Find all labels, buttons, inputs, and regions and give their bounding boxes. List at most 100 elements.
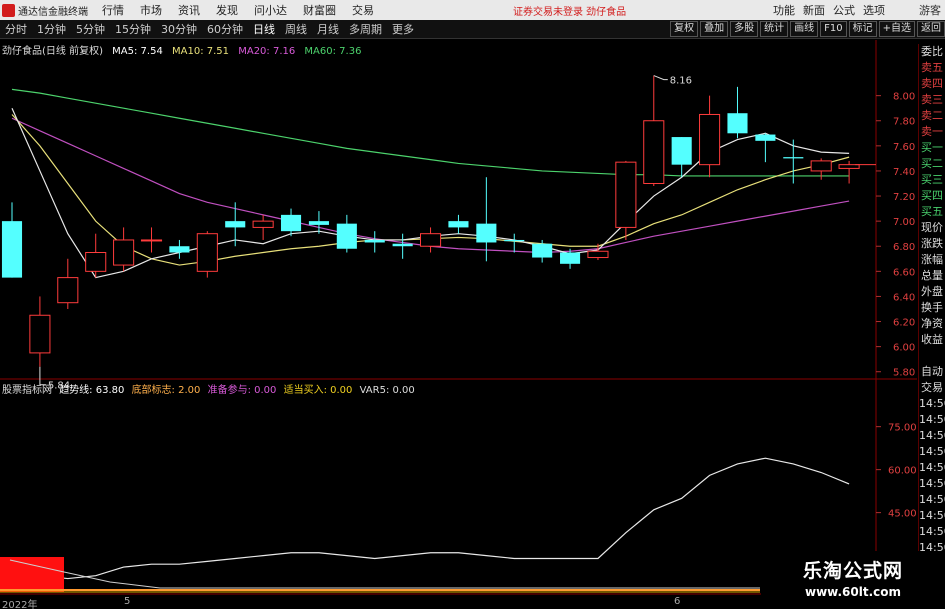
candle-body xyxy=(615,161,637,228)
candle-body xyxy=(560,252,581,264)
side-item: 14:50 xyxy=(919,493,945,506)
side-item: 总量 xyxy=(921,269,943,282)
side-item: 14:50 xyxy=(919,397,945,410)
price-tick-label: 8.00 xyxy=(893,92,915,103)
side-item: 14:50 xyxy=(919,445,945,458)
price-tick-label: 7.60 xyxy=(893,142,915,153)
candle-body xyxy=(532,243,553,258)
side-item: 14:50 xyxy=(919,509,945,522)
candle-body xyxy=(643,120,665,184)
price-tick-label: 5.80 xyxy=(893,368,915,379)
candle-body xyxy=(810,160,832,172)
side-item: 买二 xyxy=(921,157,943,170)
candle-body xyxy=(196,233,218,272)
candle-body xyxy=(476,223,497,243)
side-item: 14:50 xyxy=(919,413,945,426)
candle-body xyxy=(169,246,190,253)
side-item: 14:50 xyxy=(919,477,945,490)
trend-label: 趋势线: 63.80 xyxy=(59,385,125,396)
side-item: 交易 xyxy=(921,381,943,394)
side-item: 买四 xyxy=(921,189,943,202)
side-item: 委比 xyxy=(921,45,943,58)
watermark: 乐淘公式网 www.60lt.com xyxy=(761,551,945,609)
price-tick-label: 6.60 xyxy=(893,267,915,278)
var-line xyxy=(9,559,760,589)
candle-body xyxy=(420,233,442,247)
candle-body xyxy=(448,221,469,228)
candle-body xyxy=(140,239,163,242)
ind-tick-label: 75.00 xyxy=(888,423,917,434)
candle-body xyxy=(308,221,329,225)
prep-label: 准备参与: 0.00 xyxy=(207,385,277,396)
price-tick-label: 6.20 xyxy=(893,318,915,329)
side-item: 自动 xyxy=(921,365,943,378)
side-item: 卖二 xyxy=(921,109,943,122)
side-item: 卖一 xyxy=(921,125,943,138)
price-tick-label: 6.40 xyxy=(893,292,915,303)
bottom-signal-bar xyxy=(0,557,64,592)
side-item: 卖四 xyxy=(921,77,943,90)
candle-body xyxy=(252,220,274,228)
side-item: 买五 xyxy=(921,205,943,218)
buy-label: 适当买入: 0.00 xyxy=(283,385,353,396)
kline-chart[interactable]: 8.00 7.80 7.60 7.40 7.20 7.00 6.80 6.60 6.40 6.20… xyxy=(0,0,945,609)
side-item: 现价 xyxy=(921,221,943,234)
high-pointer xyxy=(653,75,668,81)
side-item: 买三 xyxy=(921,173,943,186)
candle-body xyxy=(364,239,385,243)
candle-body xyxy=(280,214,302,232)
date-month-5: 5 xyxy=(124,596,131,607)
price-tick-label: 7.00 xyxy=(893,217,915,228)
side-item: 买一 xyxy=(921,141,943,154)
side-item: 净资 xyxy=(921,317,943,330)
watermark-url: www.60lt.com xyxy=(804,585,902,599)
side-item: 卖三 xyxy=(921,93,943,106)
date-year: 2022年 xyxy=(2,600,38,609)
side-item: 14:50 xyxy=(919,525,945,538)
price-tick-label: 7.40 xyxy=(893,167,915,178)
ma60-line xyxy=(11,88,850,177)
candle-body xyxy=(504,239,525,242)
candle-body xyxy=(1,221,23,278)
side-item: 14:50 xyxy=(919,461,945,474)
candle-body xyxy=(392,243,413,247)
side-item: 涨跌 xyxy=(921,237,943,250)
indicator-name[interactable]: 股票指标网 xyxy=(2,385,52,396)
app-window: 通达信金融终端 行情 市场 资讯 发现 问小达 财富圈 交易 证券交易未登录 劲… xyxy=(0,0,945,609)
side-item: 外盘 xyxy=(921,285,943,298)
candle-body xyxy=(29,314,51,354)
indicator-info-line: 股票指标网 趋势线: 63.80 底部标志: 2.00 准备参与: 0.00 适… xyxy=(2,381,419,396)
high-annotation: 8.16 xyxy=(670,76,692,87)
bottom-label: 底部标志: 2.00 xyxy=(131,385,201,396)
price-tick-label: 7.80 xyxy=(893,117,915,128)
side-item: 涨幅 xyxy=(921,253,943,266)
side-item: 14:50 xyxy=(919,429,945,442)
candle-body xyxy=(57,277,79,304)
side-item: 卖五 xyxy=(921,61,943,74)
trend-line xyxy=(11,457,850,580)
price-tick-label: 6.80 xyxy=(893,242,915,253)
candle-body xyxy=(587,250,609,259)
side-item xyxy=(919,348,945,364)
ind-tick-label: 60.00 xyxy=(888,466,917,477)
quote-side-panel: 委比卖五卖四卖三卖二卖一买一买二买三买四买五现价涨跌涨幅总量外盘换手净资收益自动… xyxy=(918,44,945,609)
candle-body xyxy=(671,137,692,165)
candle-body xyxy=(727,113,748,134)
candle-body xyxy=(699,113,721,166)
candle-body xyxy=(783,157,804,159)
date-month-6: 6 xyxy=(674,596,681,607)
side-item: 收益 xyxy=(921,333,943,346)
price-tick-label: 6.00 xyxy=(893,343,915,354)
candle-body xyxy=(336,223,357,249)
candle-body xyxy=(225,221,246,228)
side-item: 换手 xyxy=(921,301,943,314)
ind-tick-label: 45.00 xyxy=(888,509,917,520)
candle-body xyxy=(838,164,860,169)
date-axis: 2022年 5 6 xyxy=(0,596,760,609)
watermark-title: 乐淘公式网 xyxy=(802,560,903,582)
var5-label: VAR5: 0.00 xyxy=(359,385,415,396)
candle-body xyxy=(113,239,135,266)
candle-body xyxy=(755,134,776,141)
candle-body xyxy=(85,252,107,272)
price-tick-label: 7.20 xyxy=(893,192,915,203)
